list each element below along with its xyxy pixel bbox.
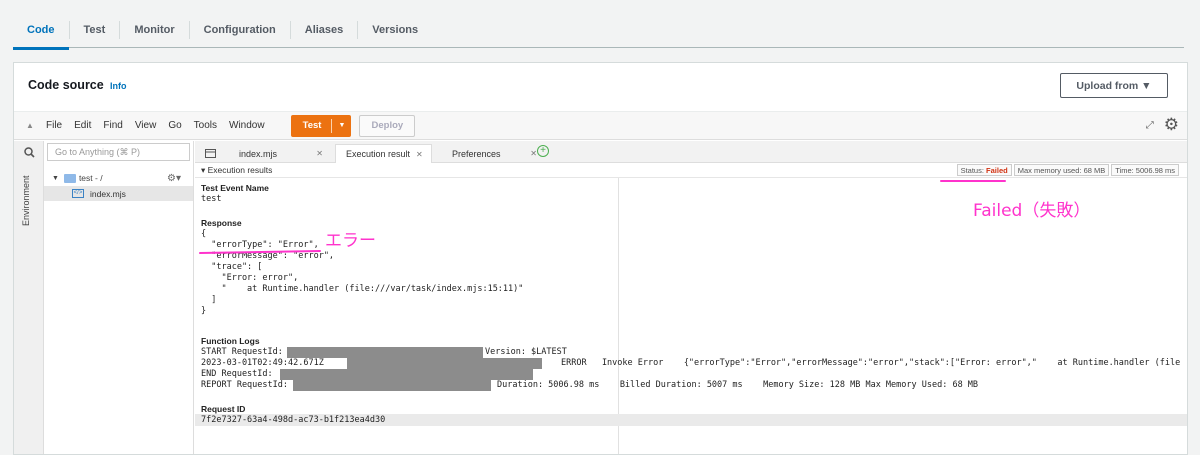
gear-icon[interactable]: ⚙ (1164, 115, 1179, 135)
menu-view[interactable]: View (135, 120, 157, 131)
file-label: index.mjs (90, 188, 126, 199)
ide-menubar: ▲ File Edit Find View Go Tools Window Te… (14, 112, 1187, 140)
status-label: Status: (960, 166, 984, 175)
deploy-button[interactable]: Deploy (359, 114, 416, 137)
collapse-up-icon[interactable]: ▲ (26, 121, 46, 130)
environment-tab[interactable]: Environment (21, 171, 31, 231)
function-tabs: Code Test Monitor Configuration Aliases … (13, 12, 1184, 50)
folder-label: test - / (78, 173, 103, 183)
menubar-right: ⤢ ⚙ (1146, 115, 1179, 135)
response-line: } (201, 306, 207, 316)
menu-file[interactable]: File (46, 120, 62, 131)
caret-down-icon[interactable]: ▼ (331, 118, 351, 133)
tab-monitor[interactable]: Monitor (120, 20, 190, 39)
menu-edit[interactable]: Edit (74, 120, 91, 131)
tab-configuration[interactable]: Configuration (190, 20, 291, 39)
status-badge: Status: Failed (956, 164, 1012, 176)
response-label: Response (201, 218, 242, 228)
results-header[interactable]: ▾ Execution results Status: Failed Max m… (195, 163, 1187, 178)
editor-tabs: index.mjs ✕ Execution result ✕ Preferenc… (195, 141, 1187, 163)
goto-anything-input[interactable]: Go to Anything (⌘ P) (47, 143, 190, 161)
log-error: ERROR Invoke Error {"errorType":"Error",… (561, 358, 1181, 368)
chevron-down-icon[interactable]: ▼ (52, 175, 59, 182)
menu-go[interactable]: Go (168, 120, 181, 131)
test-event-label: Test Event Name (201, 183, 269, 193)
test-event-value: test (201, 194, 222, 204)
tab-code[interactable]: Code (13, 20, 70, 50)
response-line: ] (201, 295, 217, 305)
side-strip: Environment (14, 141, 44, 454)
response-line: "trace": [ (201, 262, 263, 272)
menu-window[interactable]: Window (229, 120, 265, 131)
redacted-block (287, 347, 483, 358)
close-icon[interactable]: ✕ (416, 150, 423, 159)
results-badges: Status: Failed Max memory used: 68 MB Ti… (956, 164, 1179, 176)
editor-tab-label: index.mjs (239, 148, 278, 159)
tree-gear-icon[interactable]: ⚙▾ (167, 173, 181, 184)
response-line: { (201, 229, 207, 239)
log-end: END RequestId: (201, 369, 273, 379)
tab-versions[interactable]: Versions (358, 21, 432, 39)
tab-test[interactable]: Test (70, 20, 121, 39)
response-line: " at Runtime.handler (file:///var/task/i… (201, 284, 524, 294)
request-id-value: 7f2e7327-63a4-498d-ac73-b1f213ea4d30 (201, 415, 386, 425)
status-value: Failed (986, 166, 1008, 175)
folder-icon (63, 173, 76, 183)
redacted-block (280, 369, 533, 380)
redacted-block (347, 358, 542, 369)
file-tree: Go to Anything (⌘ P) ▼ test - / ⚙▾ </> i… (44, 141, 194, 454)
test-button[interactable]: Test ▼ (290, 114, 352, 137)
editor-tab-execution-result[interactable]: Execution result ✕ (335, 144, 432, 163)
time-badge: Time: 5006.98 ms (1111, 164, 1179, 176)
max-memory-badge: Max memory used: 68 MB (1013, 164, 1110, 176)
upload-from-button[interactable]: Upload from ▼ (1060, 73, 1168, 98)
editor-tab-index[interactable]: index.mjs ✕ (239, 144, 331, 163)
add-tab-icon[interactable]: + (537, 145, 549, 157)
log-start-version: Version: $LATEST (485, 347, 567, 357)
close-icon[interactable]: ✕ (316, 149, 323, 158)
tree-folder-row[interactable]: ▼ test - / ⚙▾ (52, 171, 187, 185)
failed-annotation: Failed（失敗） (973, 201, 1091, 221)
error-annotation: エラー (325, 231, 376, 251)
tab-aliases[interactable]: Aliases (291, 20, 359, 39)
menu-find[interactable]: Find (103, 120, 122, 131)
test-button-label[interactable]: Test (291, 120, 332, 131)
info-link[interactable]: Info (110, 81, 127, 91)
log-timestamp: 2023-03-01T02:49:42.671Z (201, 358, 324, 368)
results-title: ▾ Execution results (201, 165, 273, 175)
function-logs-label: Function Logs (201, 336, 260, 346)
tree-file-row[interactable]: </> index.mjs (44, 186, 193, 201)
editor-tab-label: Preferences (452, 148, 501, 159)
failed-underline (940, 180, 1006, 182)
code-source-panel: Code source Info Upload from ▼ ▲ File Ed… (13, 62, 1188, 455)
log-start: START RequestId: (201, 347, 283, 357)
close-icon[interactable]: ✕ (530, 149, 537, 158)
log-report-rest: Duration: 5006.98 ms Billed Duration: 50… (497, 380, 979, 390)
editor-tab-label: Execution result (346, 149, 411, 159)
js-file-icon: </> (72, 189, 84, 198)
tab-bar-icon[interactable] (205, 144, 216, 163)
search-icon[interactable] (14, 141, 44, 163)
cloud9-ide: ▲ File Edit Find View Go Tools Window Te… (14, 111, 1187, 454)
log-report: REPORT RequestId: (201, 380, 288, 390)
print-margin (618, 178, 619, 454)
redacted-block (293, 380, 491, 391)
panel-header: Code source Info Upload from ▼ (14, 63, 1187, 111)
editor-tab-preferences[interactable]: Preferences ✕ (452, 144, 537, 163)
response-line: "Error: error", (201, 273, 299, 283)
menu-tools[interactable]: Tools (194, 120, 217, 131)
page-title: Code source (28, 78, 104, 92)
fullscreen-icon[interactable]: ⤢ (1146, 120, 1154, 131)
